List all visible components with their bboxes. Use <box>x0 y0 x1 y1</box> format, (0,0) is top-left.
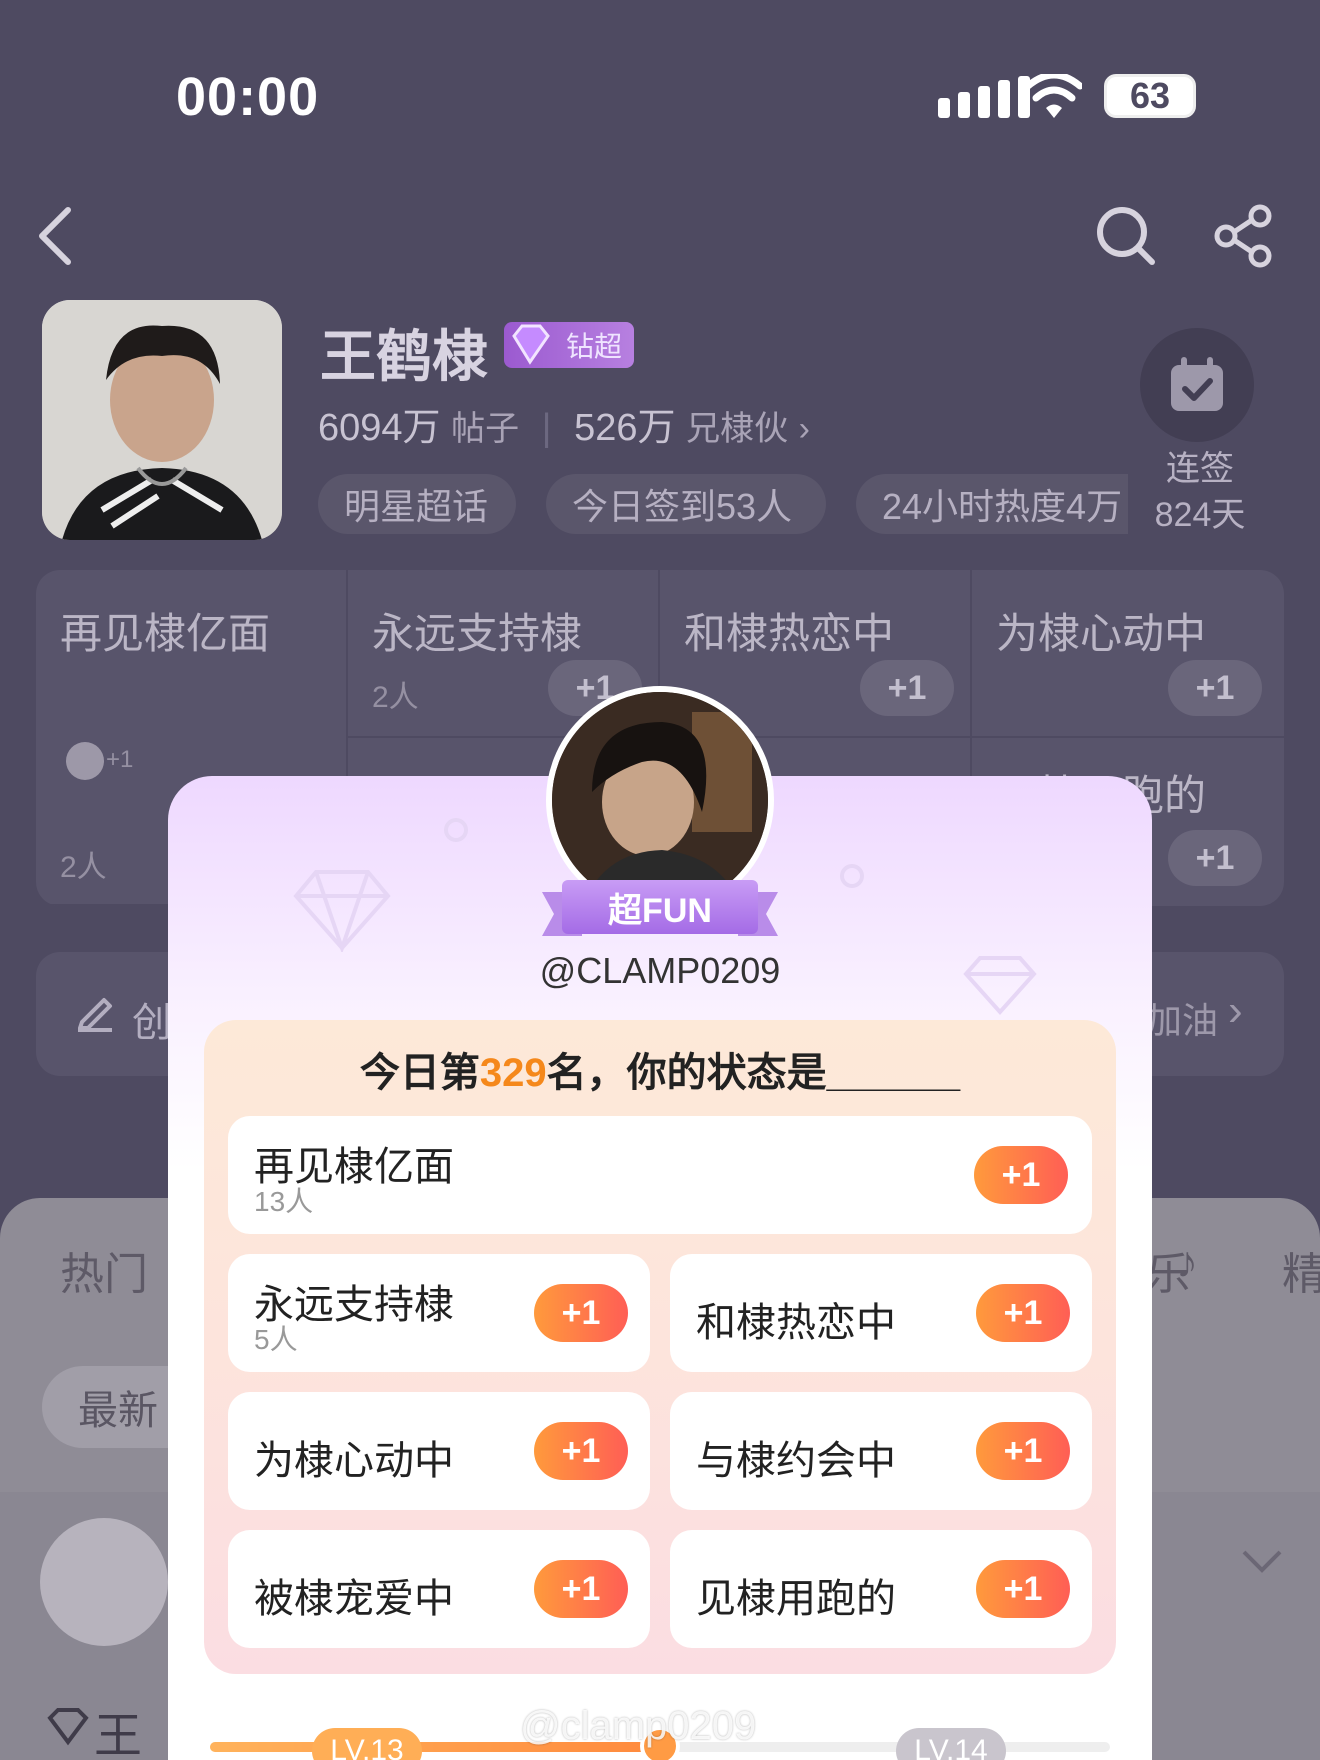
grid-cell-title: 为棣心动中 <box>996 610 1207 657</box>
grid-cell-title: 再见棣亿面 <box>60 610 271 657</box>
streak-days: 824天 <box>1154 496 1246 534</box>
music-note-icon: ♪ <box>1176 1238 1198 1287</box>
status-option[interactable]: 再见棣亿面 13人 +1 <box>228 1116 1092 1234</box>
battery-indicator: 63 <box>1104 74 1196 118</box>
status-option-title: 为棣心动中 <box>254 1439 454 1483</box>
vip-badge-label: 钻超 <box>565 331 622 362</box>
wifi-icon <box>1026 74 1082 118</box>
username: @CLAMP0209 <box>539 950 781 991</box>
plus-one-button[interactable]: +1 <box>976 1422 1070 1480</box>
question-prefix: 今日第 <box>359 1051 480 1095</box>
chevron-right-icon: › <box>1228 986 1243 1035</box>
status-option[interactable]: 与棣约会中 +1 <box>670 1392 1092 1510</box>
create-label: 创 <box>132 1001 172 1045</box>
status-option-title: 和棣热恋中 <box>696 1301 896 1345</box>
tag-heat-24h[interactable]: 24小时热度4万 <box>856 474 1128 534</box>
status-option-count: 5人 <box>254 1324 298 1355</box>
plus-one-button[interactable]: +1 <box>860 660 954 716</box>
vip-badge: 钻超 <box>504 322 634 368</box>
status-option-count: 13人 <box>254 1186 314 1217</box>
search-icon[interactable] <box>1094 204 1158 268</box>
calendar-check-icon <box>1171 357 1223 411</box>
status-time: 00:00 <box>176 67 320 127</box>
topic-stats: 6094万 帖子 | 526万 兄棣伙 › <box>318 407 810 449</box>
grid-cell-title: 永远支持棣 <box>372 610 583 657</box>
diamond-icon <box>512 324 550 365</box>
tag-star-topic[interactable]: 明星超话 <box>318 474 516 534</box>
chevron-right-icon[interactable]: › <box>799 410 810 448</box>
posts-label: 帖子 <box>451 410 520 448</box>
checkin-streak: 连签 824天 <box>1140 446 1260 538</box>
plus-one-button[interactable]: +1 <box>1168 660 1262 716</box>
status-option[interactable]: 被棣宠爱中 +1 <box>228 1530 650 1648</box>
status-option-title: 与棣约会中 <box>696 1439 896 1483</box>
status-option-title: 见棣用跑的 <box>696 1577 896 1621</box>
decor-circle <box>444 818 468 842</box>
edit-icon <box>78 998 112 1032</box>
decor-circle <box>840 864 864 888</box>
grid-cell-count: 2人 <box>372 681 419 714</box>
cellular-signal-icon <box>938 76 1030 118</box>
plus-one-button[interactable]: +1 <box>534 1560 628 1618</box>
avatar[interactable] <box>40 1518 168 1646</box>
plus-one-button[interactable]: +1 <box>534 1422 628 1480</box>
share-icon[interactable] <box>1212 204 1276 268</box>
tab-hot[interactable]: 热门 <box>60 1238 148 1302</box>
super-fun-ribbon: 超FUN <box>562 880 758 934</box>
tag-checkins-today[interactable]: 今日签到53人 <box>546 474 826 534</box>
grid-cell-count: 2人 <box>60 851 107 884</box>
checkin-rank: 329 <box>479 1051 547 1095</box>
chevron-down-icon[interactable] <box>1240 1546 1284 1576</box>
status-option[interactable]: 和棣热恋中 +1 <box>670 1254 1092 1372</box>
plus-one-button[interactable]: +1 <box>1168 830 1262 886</box>
topic-name: 王鹤棣 <box>320 325 488 388</box>
fans-label[interactable]: 兄棣伙 <box>686 410 788 448</box>
posts-value: 6094万 <box>318 407 441 449</box>
checkin-question: 今日第329名，你的状态是______ <box>204 1040 1116 1098</box>
status-option[interactable]: 为棣心动中 +1 <box>228 1392 650 1510</box>
diamond-icon <box>293 870 391 952</box>
plus-one-button[interactable]: +1 <box>976 1560 1070 1618</box>
level-next: LV.14 <box>896 1728 1006 1760</box>
question-suffix: 名，你的状态是______ <box>546 1051 961 1095</box>
grid-cell-title: 和棣热恋中 <box>684 610 895 657</box>
level-current: LV.13 <box>312 1728 422 1760</box>
post-author-name[interactable]: 王 <box>94 1696 142 1760</box>
status-option[interactable]: 永远支持棣 5人 +1 <box>228 1254 650 1372</box>
status-option[interactable]: 见棣用跑的 +1 <box>670 1530 1092 1648</box>
watermark: @clamp0209 <box>520 1704 757 1748</box>
avatar <box>66 742 104 780</box>
mini-plus: +1 <box>106 746 134 773</box>
plus-one-button[interactable]: +1 <box>974 1146 1068 1204</box>
tab-featured[interactable]: 精 <box>1282 1238 1320 1302</box>
streak-label: 连签 <box>1166 450 1234 488</box>
status-option-title: 被棣宠爱中 <box>254 1577 454 1621</box>
plus-one-button[interactable]: +1 <box>976 1284 1070 1342</box>
grid-cell[interactable]: 为棣心动中 +1 <box>972 570 1284 738</box>
checkin-button[interactable] <box>1140 328 1254 442</box>
diamond-icon <box>47 1708 89 1746</box>
plus-one-button[interactable]: +1 <box>534 1284 628 1342</box>
fans-value[interactable]: 526万 <box>574 407 675 449</box>
create-right-label: 加油 <box>1146 1000 1219 1041</box>
back-icon[interactable] <box>28 204 92 268</box>
topic-avatar[interactable] <box>42 300 282 540</box>
